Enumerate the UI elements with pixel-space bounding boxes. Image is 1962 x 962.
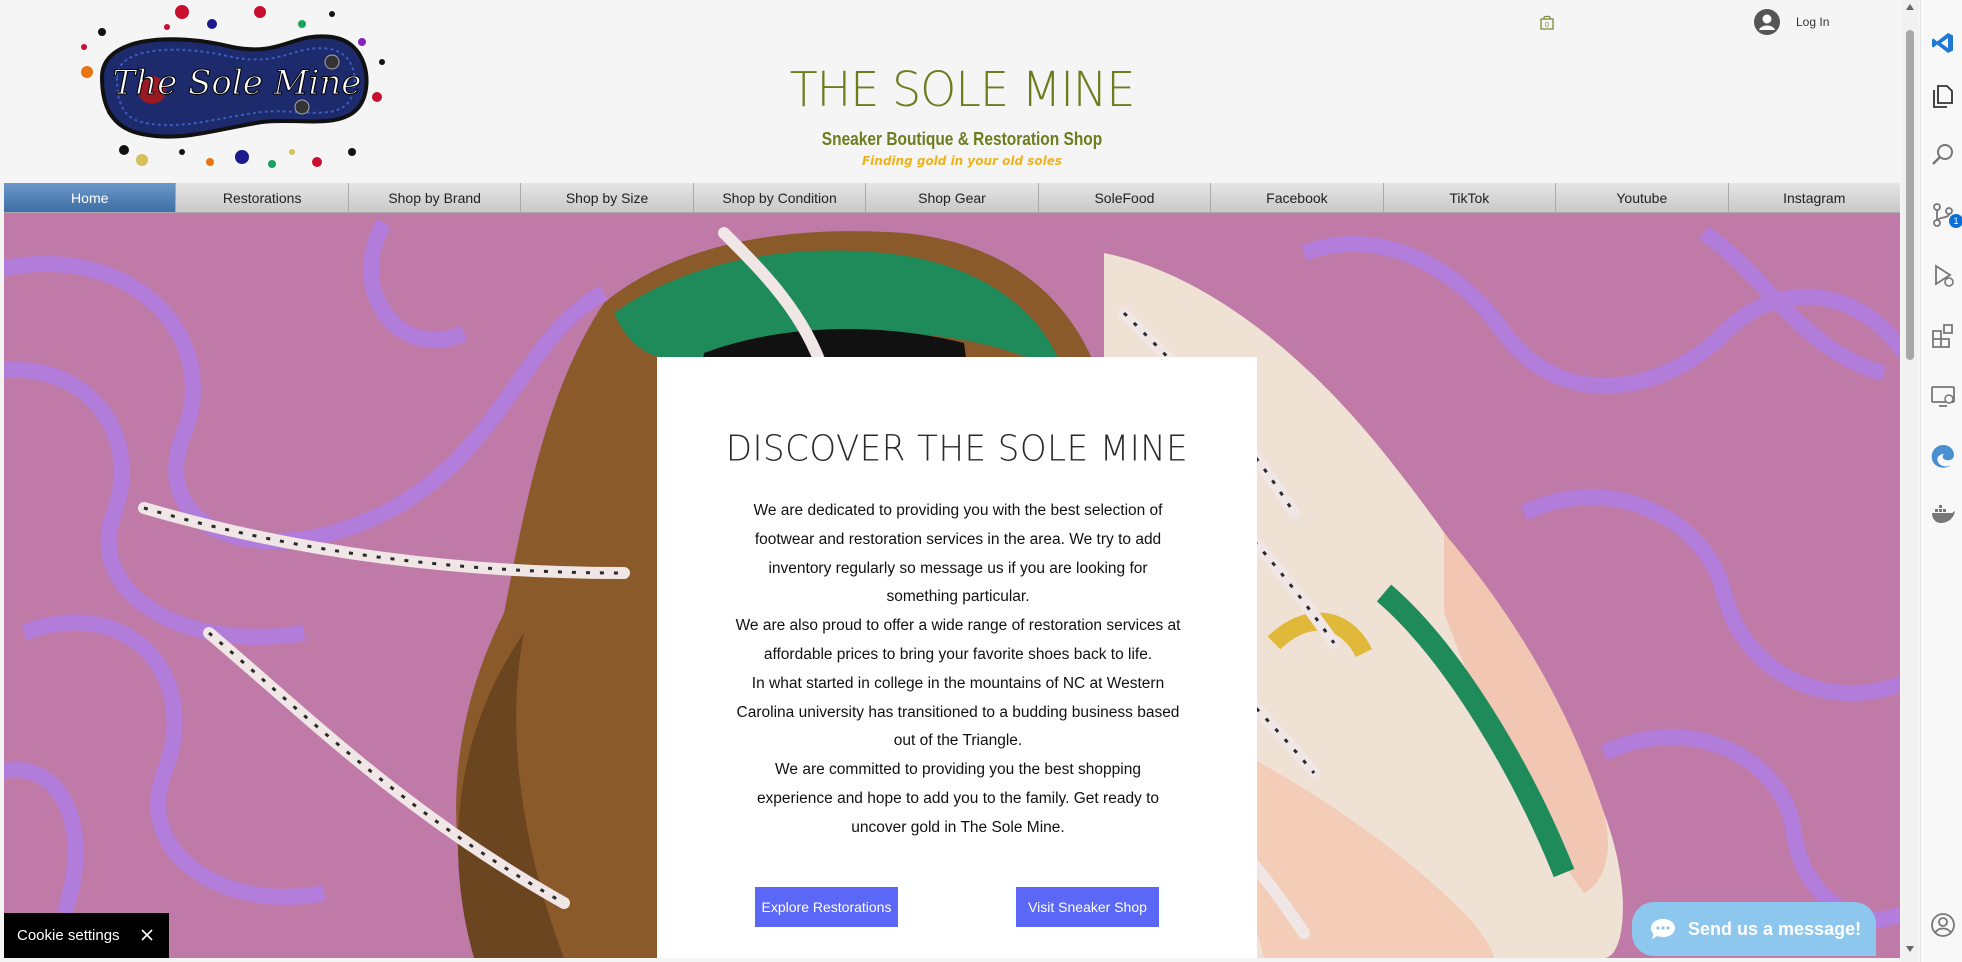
- nav-item-shop-by-condition[interactable]: Shop by Condition: [694, 183, 867, 212]
- login-label: Log In: [1796, 15, 1830, 29]
- explorer-icon[interactable]: [1930, 83, 1956, 109]
- cookie-settings-link[interactable]: Cookie settings: [17, 927, 120, 944]
- site-title: THE SOLE MINE: [789, 60, 1136, 118]
- about-paragraph: We are dedicated to providing you with t…: [753, 502, 1163, 606]
- nav-item-tiktok[interactable]: TikTok: [1384, 183, 1557, 212]
- visit-sneaker-shop-button[interactable]: Visit Sneaker Shop: [1016, 887, 1159, 927]
- login-button[interactable]: Log In: [1754, 8, 1829, 36]
- extensions-icon[interactable]: [1930, 322, 1956, 348]
- chat-label: Send us a message!: [1688, 918, 1862, 939]
- docker-icon[interactable]: [1930, 500, 1956, 526]
- about-card: DISCOVER THE SOLE MINE We are dedicated …: [657, 357, 1257, 958]
- about-text: We are dedicated to providing you with t…: [735, 497, 1181, 843]
- site-tagline: Sneaker Boutique & Restoration Shop: [821, 129, 1103, 149]
- activity-bar: 1: [1920, 0, 1962, 962]
- nav-item-facebook[interactable]: Facebook: [1211, 183, 1384, 212]
- remote-explorer-icon[interactable]: [1930, 383, 1956, 409]
- scroll-thumb[interactable]: [1906, 30, 1914, 360]
- nav-item-shop-by-size[interactable]: Shop by Size: [521, 183, 694, 212]
- scroll-down-arrow-icon[interactable]: [1906, 946, 1914, 952]
- scroll-up-arrow-icon[interactable]: [1906, 4, 1914, 10]
- main-nav: Home Restorations Shop by Brand Shop by …: [4, 183, 1900, 213]
- search-icon[interactable]: [1930, 142, 1956, 168]
- about-paragraph: We are committed to providing you the be…: [756, 761, 1160, 836]
- site-motto: Finding gold in your old soles: [861, 154, 1063, 168]
- page-scrollbar[interactable]: [1902, 0, 1918, 962]
- accounts-icon[interactable]: [1930, 912, 1956, 938]
- edge-icon[interactable]: [1930, 443, 1956, 469]
- explore-restorations-button[interactable]: Explore Restorations: [755, 887, 898, 927]
- shopping-bag-icon[interactable]: 0: [1539, 14, 1555, 30]
- chat-widget-button[interactable]: Send us a message!: [1632, 902, 1876, 956]
- cart-count: 0: [1545, 22, 1549, 29]
- logo[interactable]: The Sole Mine: [62, 2, 398, 172]
- vscode-logo-icon[interactable]: [1930, 30, 1956, 56]
- nav-item-shop-by-brand[interactable]: Shop by Brand: [349, 183, 522, 212]
- svg-text:The Sole Mine: The Sole Mine: [113, 63, 362, 103]
- nav-item-home[interactable]: Home: [4, 183, 177, 212]
- run-debug-icon[interactable]: [1930, 262, 1956, 288]
- site-header: The Sole Mine THE SOLE MINE Sneaker Bout…: [4, 0, 1900, 182]
- chat-bubble-icon: [1651, 919, 1675, 939]
- nav-item-shop-gear[interactable]: Shop Gear: [866, 183, 1039, 212]
- nav-item-solefood[interactable]: SoleFood: [1039, 183, 1212, 212]
- cookie-banner: Cookie settings: [4, 913, 169, 958]
- source-control-badge: 1: [1949, 214, 1962, 228]
- about-title: DISCOVER THE SOLE MINE: [725, 428, 1189, 470]
- nav-item-youtube[interactable]: Youtube: [1556, 183, 1729, 212]
- about-paragraph: We are also proud to offer a wide range …: [735, 617, 1181, 663]
- close-icon[interactable]: [139, 927, 155, 943]
- nav-item-instagram[interactable]: Instagram: [1729, 183, 1900, 212]
- about-paragraph: In what started in college in the mounta…: [736, 674, 1180, 750]
- user-avatar-icon: [1754, 9, 1780, 35]
- nav-item-restorations[interactable]: Restorations: [176, 183, 349, 212]
- hero-section: DISCOVER THE SOLE MINE We are dedicated …: [4, 213, 1900, 958]
